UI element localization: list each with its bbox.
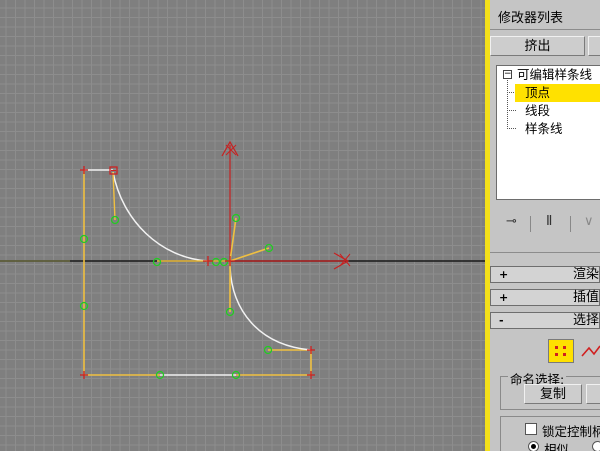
rollout-title: 渲染: [573, 267, 600, 282]
vertex-markers[interactable]: [79, 213, 274, 380]
vertex-bottom-right: [307, 371, 315, 379]
modifier-list-dropdown[interactable]: 修改器列表: [498, 7, 563, 26]
bezier-handle-right: [229, 247, 270, 262]
vertex-bottom-left: [80, 371, 88, 379]
similar-radio[interactable]: [528, 441, 539, 451]
command-panel: 修改器列表 挤出 − 可编辑样条线 顶点 线段 样条线 ⊸ Ⅱ ∨ + 渲染 +…: [490, 0, 600, 451]
rollout-title: 插值: [573, 290, 600, 305]
divider: [490, 252, 600, 253]
transform-gizmo[interactable]: [221, 140, 351, 270]
make-unique-icon[interactable]: ∨: [584, 214, 594, 229]
perspective-viewport[interactable]: [0, 0, 485, 451]
stack-root-editable-spline[interactable]: 可编辑样条线: [517, 66, 592, 84]
vertex-top-left: [80, 166, 88, 174]
tree-connector: [507, 92, 516, 111]
rollout-render[interactable]: + 渲染: [490, 266, 600, 283]
vertex-handle: [219, 257, 229, 267]
segment-selection-icon[interactable]: [580, 342, 600, 362]
rollout-title: 选择: [573, 313, 600, 328]
spline-shape[interactable]: [83, 169, 312, 376]
stack-item-spline[interactable]: 样条线: [525, 120, 563, 138]
vertex-points[interactable]: [80, 166, 315, 379]
paste-button[interactable]: [586, 384, 600, 404]
modifier-stack[interactable]: − 可编辑样条线 顶点 线段 样条线: [496, 65, 600, 200]
pin-stack-icon[interactable]: ⊸: [506, 214, 517, 229]
expand-icon: +: [499, 268, 509, 281]
divider: [490, 29, 600, 30]
bezier-handle-up: [229, 217, 237, 262]
all-radio[interactable]: [592, 441, 600, 451]
collapse-icon: -: [499, 314, 504, 327]
stack-item-segment[interactable]: 线段: [525, 102, 550, 120]
expand-icon: +: [499, 291, 509, 304]
collapse-icon[interactable]: −: [503, 70, 512, 79]
vertex-right-step: [307, 346, 315, 354]
spline-curve-upper: [112, 171, 209, 262]
divider: [570, 216, 571, 232]
copy-button[interactable]: 复制: [524, 384, 582, 404]
extrude-button[interactable]: 挤出: [490, 36, 585, 56]
lock-handles-checkbox[interactable]: [525, 423, 537, 435]
show-end-result-icon[interactable]: Ⅱ: [546, 214, 552, 229]
rollout-selection[interactable]: - 选择: [490, 312, 600, 329]
spline-curve-lower: [229, 266, 312, 351]
stack-toolbar: ⊸ Ⅱ ∨: [490, 212, 600, 236]
lock-handles-label: 锁定控制柄: [542, 424, 600, 439]
tree-connector: [507, 110, 516, 129]
rollout-interpolation[interactable]: + 插值: [490, 289, 600, 306]
vertex-selection-icon[interactable]: [548, 339, 574, 363]
more-modifier-button[interactable]: [588, 36, 600, 56]
stack-item-vertex[interactable]: 顶点: [515, 84, 600, 102]
viewport-canvas[interactable]: [0, 0, 485, 451]
vertex-handle: [211, 257, 221, 267]
divider: [530, 216, 531, 232]
similar-label: 相似: [544, 442, 570, 451]
vertex-handle: [152, 257, 162, 267]
